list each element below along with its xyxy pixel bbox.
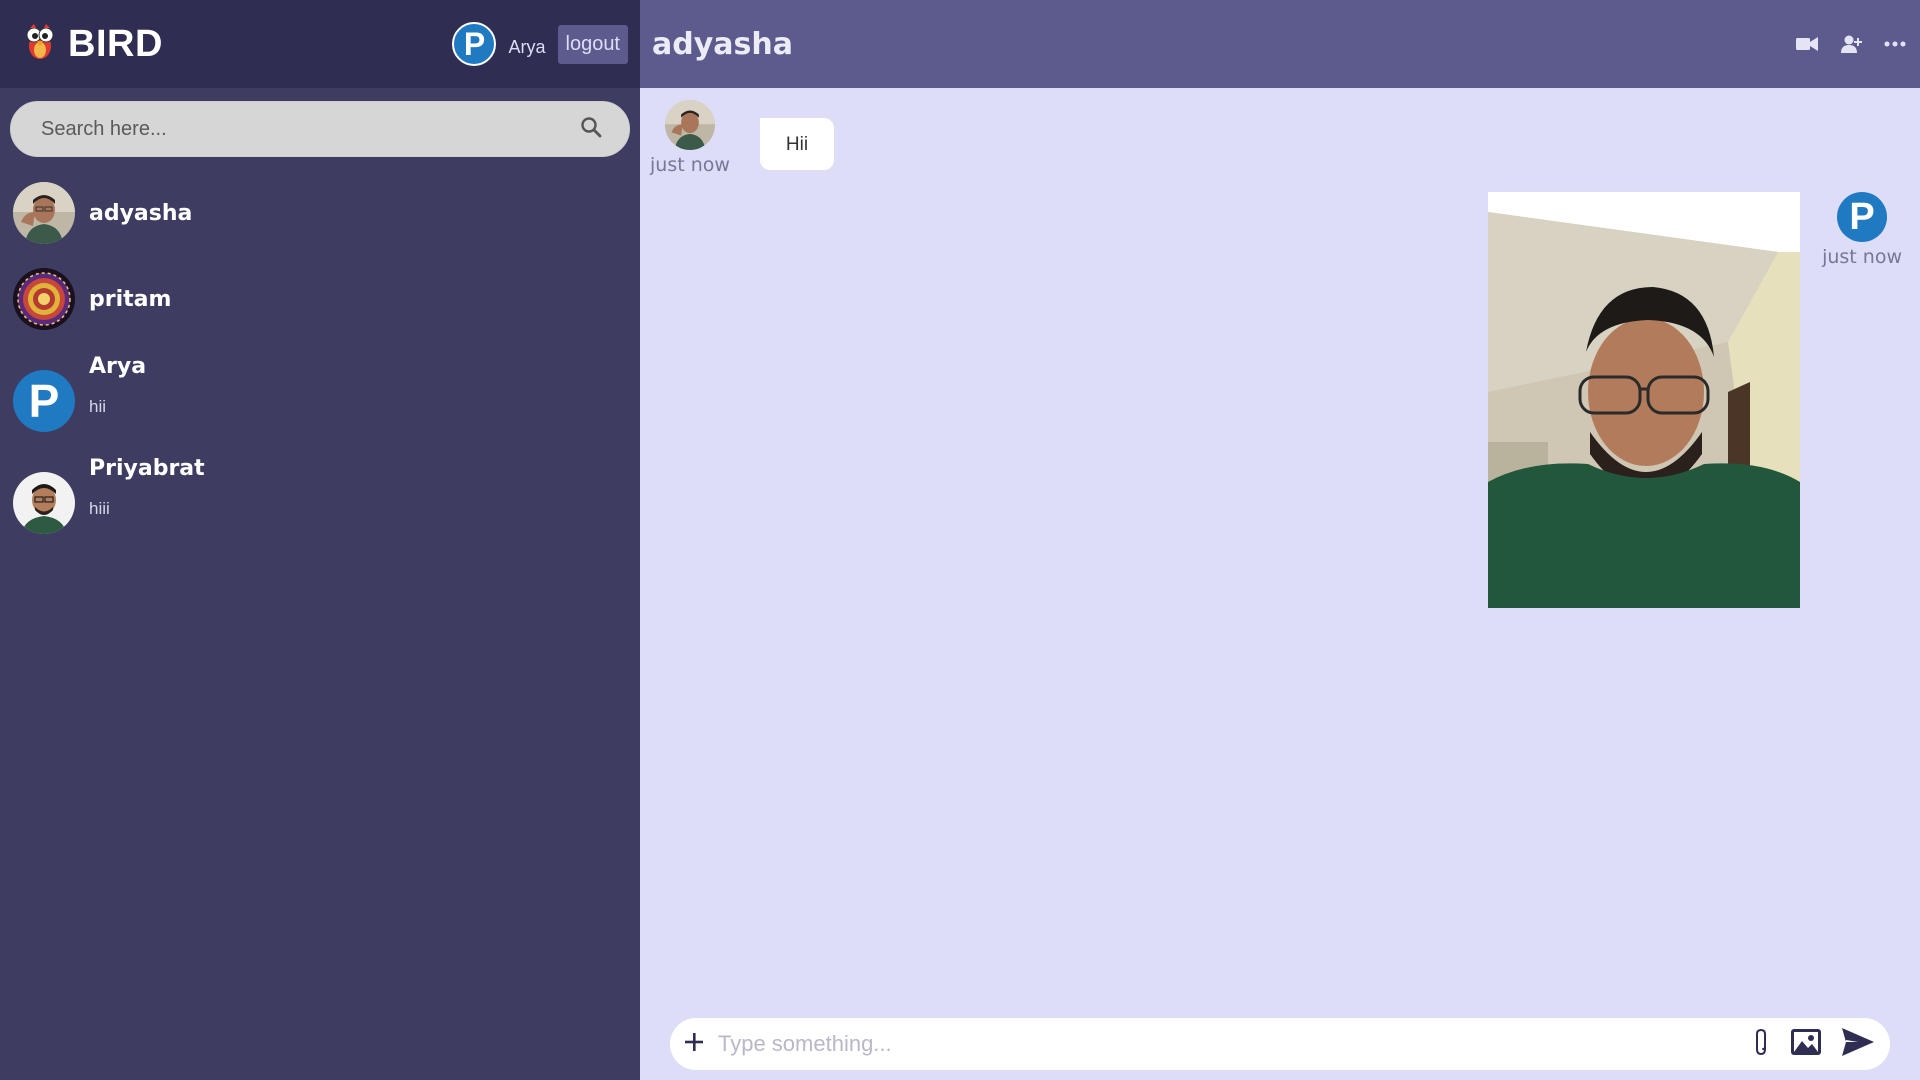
- avatar: [13, 472, 75, 534]
- chat-item-arya[interactable]: P Arya hii: [0, 342, 640, 444]
- avatar: [13, 182, 75, 244]
- message-meta: just now: [650, 100, 730, 176]
- plus-icon[interactable]: [684, 1032, 704, 1057]
- message-input[interactable]: [718, 1031, 1738, 1057]
- search-icon[interactable]: [579, 115, 603, 144]
- chat-info: pritam: [89, 287, 171, 312]
- more-options-icon[interactable]: [1884, 41, 1906, 47]
- chat-name: adyasha: [89, 200, 193, 226]
- input-actions: [1752, 1027, 1874, 1061]
- chat-item-pritam[interactable]: pritam: [0, 256, 640, 342]
- chat-header: adyasha: [640, 0, 1920, 88]
- chat-info: Priyabrat hiii: [89, 456, 205, 519]
- chat-name: pritam: [89, 286, 172, 312]
- message-input-bar: [670, 1018, 1890, 1070]
- add-user-icon[interactable]: [1840, 34, 1862, 54]
- search-container: [0, 88, 640, 170]
- sidebar-header: BIRD P Arya logout: [0, 0, 640, 88]
- send-icon[interactable]: [1842, 1027, 1874, 1061]
- avatar: [13, 268, 75, 330]
- message-image[interactable]: [1488, 192, 1801, 608]
- avatar: P: [13, 370, 75, 432]
- message-time: just now: [1822, 246, 1902, 268]
- chat-name: Arya: [89, 354, 147, 379]
- chat-panel: adyasha just now Hii P just now Type som…: [640, 0, 1920, 1080]
- search-box: [10, 101, 630, 157]
- message-sent: P just now: [1488, 192, 1902, 608]
- message-time: just now: [650, 154, 730, 176]
- chat-last-message: hiii: [89, 499, 110, 518]
- chat-item-priyabrat[interactable]: Priyabrat hiii: [0, 444, 640, 546]
- search-input[interactable]: [41, 117, 579, 141]
- message-bubble: Hii: [759, 118, 835, 170]
- chat-last-message: hii: [89, 397, 107, 416]
- chat-title: adyasha: [652, 26, 793, 62]
- sender-avatar: P: [1837, 192, 1888, 242]
- message-meta: P just now: [1822, 192, 1902, 268]
- attach-icon[interactable]: [1752, 1028, 1770, 1061]
- image-icon[interactable]: [1790, 1028, 1822, 1061]
- sidebar: BIRD P Arya logout Search here... adyash…: [0, 0, 640, 1080]
- chat-info: Arya hii: [89, 354, 146, 417]
- message-received: just now Hii: [650, 100, 835, 176]
- video-camera-icon[interactable]: [1796, 36, 1818, 52]
- logout-button[interactable]: logout: [557, 24, 628, 64]
- messages-area: just now Hii P just now: [640, 88, 1920, 1080]
- app-title: BIRD: [68, 22, 163, 65]
- user-avatar: P: [452, 22, 497, 66]
- user-name: Arya: [508, 36, 546, 57]
- chat-name: Priyabrat: [89, 456, 205, 481]
- chat-list: adyasha pritam P Arya hii Priyabrat hiii: [0, 170, 640, 1080]
- chat-header-actions: [1796, 34, 1906, 54]
- brand: BIRD: [24, 22, 163, 67]
- current-user: P Arya logout: [452, 22, 628, 66]
- chat-info: adyasha: [89, 201, 192, 226]
- sender-avatar: [664, 100, 715, 150]
- bird-logo-icon: [24, 22, 56, 67]
- chat-item-adyasha[interactable]: adyasha: [0, 170, 640, 256]
